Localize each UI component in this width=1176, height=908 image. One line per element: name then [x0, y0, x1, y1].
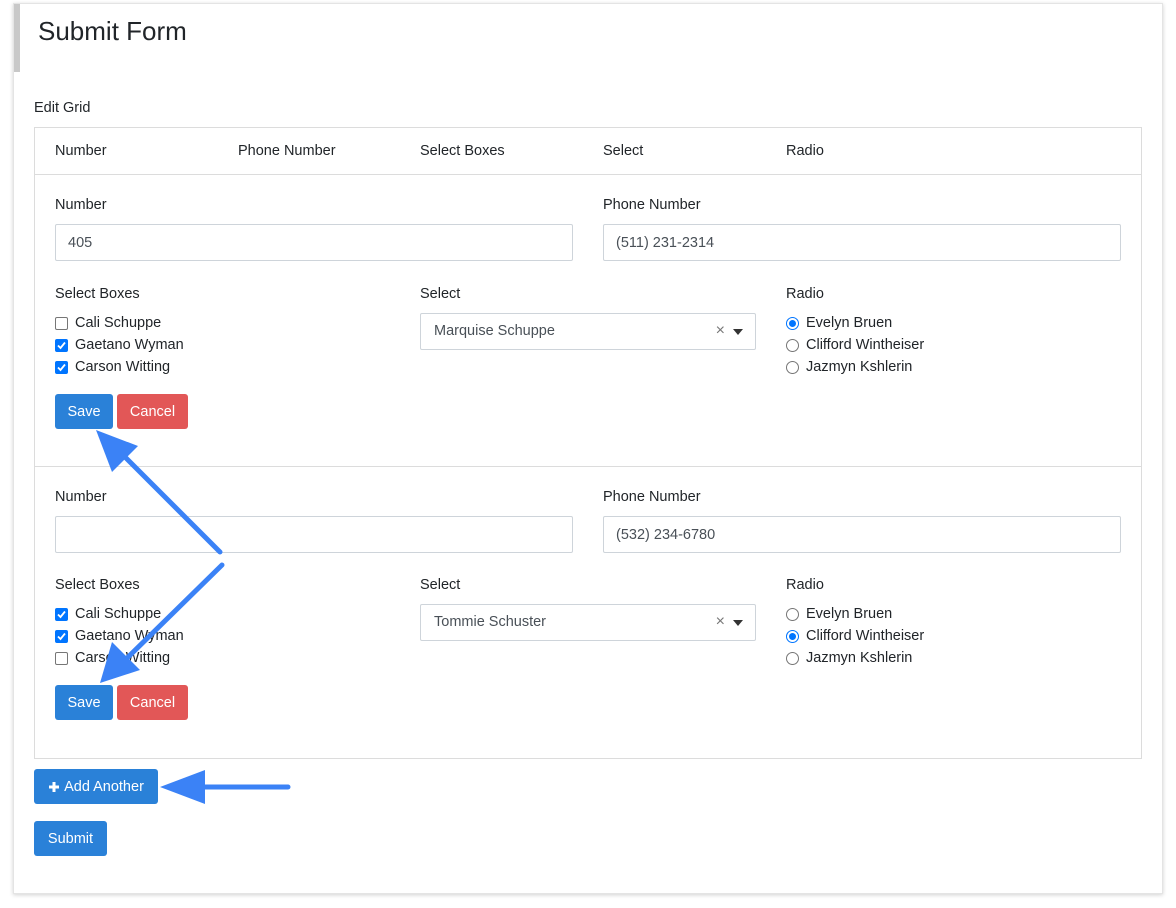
phone-number-label: Phone Number — [603, 489, 701, 505]
select-box-option[interactable]: Cali Schuppe — [55, 313, 161, 333]
page-title: Submit Form — [38, 16, 187, 46]
select-label: Select — [420, 286, 461, 302]
submit-button[interactable]: Submit — [34, 821, 107, 856]
option-label: Jazmyn Kshlerin — [806, 650, 913, 666]
checkbox-checked-icon[interactable] — [55, 629, 68, 643]
select-boxes-label: Select Boxes — [55, 577, 140, 593]
form-card: Submit Form Edit Grid Number Phone Numbe… — [13, 3, 1163, 894]
option-label: Gaetano Wyman — [75, 337, 184, 353]
select-value: Tommie Schuster — [434, 614, 547, 630]
number-input[interactable] — [55, 224, 573, 261]
radio-icon[interactable] — [786, 607, 799, 621]
option-label: Carson Witting — [75, 650, 171, 666]
option-label: Carson Witting — [75, 359, 171, 375]
radio-option[interactable]: Clifford Wintheiser — [786, 335, 924, 355]
edit-grid-header: Number Phone Number Select Boxes Select … — [35, 128, 1141, 175]
edit-grid-row: Number Phone Number Select Boxes Cali Sc… — [35, 467, 1141, 759]
option-label: Clifford Wintheiser — [806, 337, 925, 353]
radio-option[interactable]: Evelyn Bruen — [786, 313, 892, 333]
radio-label: Radio — [786, 286, 824, 302]
select-box-option[interactable]: Gaetano Wyman — [55, 335, 184, 355]
save-button[interactable]: Save — [55, 685, 113, 720]
option-label: Evelyn Bruen — [806, 315, 893, 331]
edit-grid-label: Edit Grid — [34, 100, 91, 116]
edit-grid: Number Phone Number Select Boxes Select … — [34, 127, 1142, 759]
radio-label: Radio — [786, 577, 824, 593]
select-boxes-label: Select Boxes — [55, 286, 140, 302]
header-select: Select — [603, 143, 644, 159]
radio-selected-icon[interactable] — [786, 316, 799, 330]
phone-number-input[interactable] — [603, 224, 1121, 261]
select-value: Marquise Schuppe — [434, 323, 555, 339]
radio-icon[interactable] — [786, 651, 799, 665]
clear-icon[interactable]: × — [716, 322, 725, 340]
checkbox-checked-icon[interactable] — [55, 338, 68, 352]
checkbox-icon[interactable] — [55, 651, 68, 665]
checkbox-icon[interactable] — [55, 316, 68, 330]
radio-selected-icon[interactable] — [786, 629, 799, 643]
option-label: Clifford Wintheiser — [806, 628, 925, 644]
radio-icon[interactable] — [786, 360, 799, 374]
phone-number-label: Phone Number — [603, 197, 701, 213]
option-label: Cali Schuppe — [75, 606, 162, 622]
radio-option[interactable]: Jazmyn Kshlerin — [786, 648, 912, 668]
checkbox-checked-icon[interactable] — [55, 607, 68, 621]
add-another-label: Add Another — [64, 778, 144, 795]
select-box-option[interactable]: Carson Witting — [55, 357, 170, 377]
plus-icon — [49, 781, 60, 792]
select-box-option[interactable]: Cali Schuppe — [55, 604, 161, 624]
radio-icon[interactable] — [786, 338, 799, 352]
radio-option[interactable]: Jazmyn Kshlerin — [786, 357, 912, 377]
caret-down-icon[interactable] — [733, 620, 743, 626]
option-label: Jazmyn Kshlerin — [806, 359, 913, 375]
header-radio: Radio — [786, 143, 824, 159]
option-label: Gaetano Wyman — [75, 628, 184, 644]
cancel-button[interactable]: Cancel — [117, 394, 188, 429]
phone-number-input[interactable] — [603, 516, 1121, 553]
option-label: Cali Schuppe — [75, 315, 162, 331]
header-phone-number: Phone Number — [238, 143, 336, 159]
add-another-button[interactable]: Add Another — [34, 769, 158, 804]
number-label: Number — [55, 489, 107, 505]
header-number: Number — [55, 143, 107, 159]
number-input[interactable] — [55, 516, 573, 553]
select-dropdown[interactable]: Tommie Schuster × — [420, 604, 756, 641]
select-dropdown[interactable]: Marquise Schuppe × — [420, 313, 756, 350]
edit-grid-row: Number Phone Number Select Boxes Cali Sc… — [35, 175, 1141, 467]
select-box-option[interactable]: Carson Witting — [55, 648, 170, 668]
option-label: Evelyn Bruen — [806, 606, 893, 622]
radio-option[interactable]: Clifford Wintheiser — [786, 626, 924, 646]
header-select-boxes: Select Boxes — [420, 143, 505, 159]
number-label: Number — [55, 197, 107, 213]
radio-option[interactable]: Evelyn Bruen — [786, 604, 892, 624]
save-button[interactable]: Save — [55, 394, 113, 429]
clear-icon[interactable]: × — [716, 613, 725, 631]
caret-down-icon[interactable] — [733, 329, 743, 335]
select-label: Select — [420, 577, 461, 593]
cancel-button[interactable]: Cancel — [117, 685, 188, 720]
select-box-option[interactable]: Gaetano Wyman — [55, 626, 184, 646]
checkbox-checked-icon[interactable] — [55, 360, 68, 374]
title-accent-bar — [14, 4, 20, 72]
